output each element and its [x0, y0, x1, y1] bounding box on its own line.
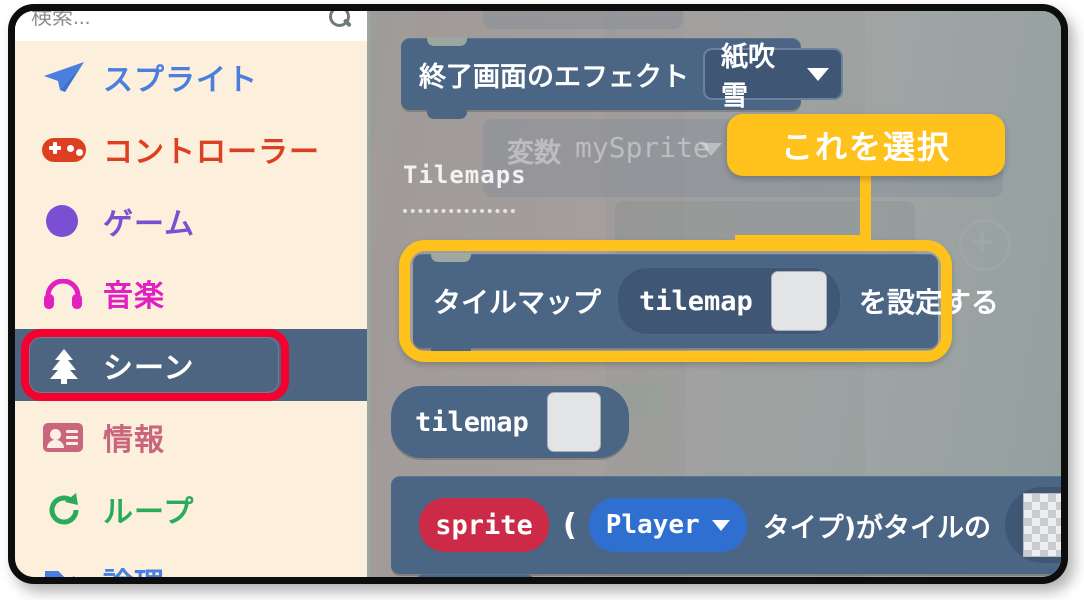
block-label: 終了画面のエフェクト	[419, 61, 689, 93]
section-divider	[403, 209, 515, 213]
reporter-label: tilemap	[639, 285, 753, 317]
chevron-down-icon	[711, 519, 730, 531]
toolbox-item-game[interactable]: ゲーム	[15, 185, 367, 257]
dropdown-sprite-type[interactable]: Player	[588, 498, 747, 552]
paren-open: (	[563, 507, 577, 543]
toolbox-item-sprites[interactable]: スプライト	[15, 41, 367, 113]
loop-icon	[41, 486, 87, 532]
toolbox-item-label: ループ	[103, 495, 195, 530]
toolbox-item-music[interactable]: 音楽	[15, 257, 367, 329]
circle-icon	[41, 198, 87, 244]
ghost-block	[483, 11, 683, 29]
block-notch	[431, 348, 471, 357]
block-sprite-on-tile[interactable]: sprite ( Player タイプ)がタイルの	[391, 476, 1061, 574]
tile-checker-swatch	[1023, 493, 1061, 557]
search-icon[interactable]	[327, 11, 353, 31]
gamepad-icon	[41, 126, 87, 172]
toolbox-item-label: スプライト	[103, 63, 258, 98]
tilemap-swatch[interactable]	[770, 271, 827, 331]
logic-arrows-glyph	[45, 571, 75, 577]
block-label-mid: タイプ)がタイルの	[762, 512, 992, 544]
block-notch	[431, 253, 471, 262]
dropdown-tile-image[interactable]	[1005, 487, 1061, 563]
toolbox-item-logic[interactable]: 論理	[15, 545, 367, 577]
block-label-prefix: タイルマップ	[433, 286, 602, 319]
logic-arrows-icon	[41, 558, 87, 577]
ghost-chevron-down-icon	[700, 143, 722, 156]
block-sprite-on-tile-body	[415, 574, 535, 577]
dropdown-game-over-effect[interactable]: 紙吹雪	[703, 42, 843, 112]
ghost-variable-value: mySprite	[575, 131, 710, 164]
dropdown-value: Player	[605, 510, 700, 540]
block-notch	[427, 37, 467, 46]
toolbox-item-label: 論理	[103, 559, 165, 577]
tree-icon	[41, 342, 87, 388]
toolbox-search-bar[interactable]	[15, 11, 367, 41]
toolbox-item-controller[interactable]: コントローラー	[15, 113, 367, 185]
add-variable-plus-icon[interactable]	[959, 219, 1011, 271]
block-set-tilemap[interactable]: タイルマップ tilemap を設定する	[413, 253, 999, 357]
dropdown-value: 紙吹雪	[721, 42, 775, 112]
paper-plane-glyph	[44, 62, 84, 92]
sprite-kind-pill[interactable]: sprite	[419, 498, 549, 552]
reporter-tilemap[interactable]: tilemap	[617, 267, 841, 335]
toolbox-item-label: ゲーム	[103, 207, 196, 242]
headphones-icon	[41, 270, 87, 316]
toolbox-item-scene[interactable]: シーン	[15, 329, 367, 401]
app-window-frame: 変数 mySprite Tilemaps 終了画面のエフェクト 紙吹雪 タイルマ…	[8, 4, 1068, 584]
toolbox-item-info[interactable]: 情報	[15, 401, 367, 473]
block-tilemap-reporter[interactable]: tilemap	[391, 386, 629, 458]
reporter-label: tilemap	[415, 406, 529, 438]
chevron-down-icon	[807, 67, 829, 81]
section-header-tilemaps: Tilemaps	[403, 161, 527, 189]
tilemap-swatch[interactable]	[546, 392, 601, 452]
toolbox-item-label: 情報	[103, 423, 165, 458]
toolbox-panel: スプライト コントローラー ゲーム	[15, 11, 370, 577]
toolbox-item-loops[interactable]: ループ	[15, 473, 367, 545]
id-card-icon	[41, 414, 87, 460]
block-game-over-effect[interactable]: 終了画面のエフェクト 紙吹雪	[401, 37, 843, 119]
block-label-suffix: を設定する	[858, 286, 999, 319]
block-notch	[427, 110, 467, 119]
toolbox-category-list: スプライト コントローラー ゲーム 音楽 シーン 情報 ループ	[15, 41, 367, 577]
callout-select-this: これを選択	[727, 114, 1005, 176]
tree-glyph	[50, 349, 78, 384]
headphones-glyph	[44, 279, 82, 309]
loop-glyph	[49, 493, 79, 525]
toolbox-item-label: コントローラー	[103, 135, 320, 170]
toolbox-item-label: シーン	[103, 351, 195, 386]
toolbox-item-label: 音楽	[103, 279, 165, 314]
paper-plane-icon	[41, 54, 87, 100]
callout-leader	[735, 235, 865, 246]
search-input[interactable]	[29, 11, 327, 31]
